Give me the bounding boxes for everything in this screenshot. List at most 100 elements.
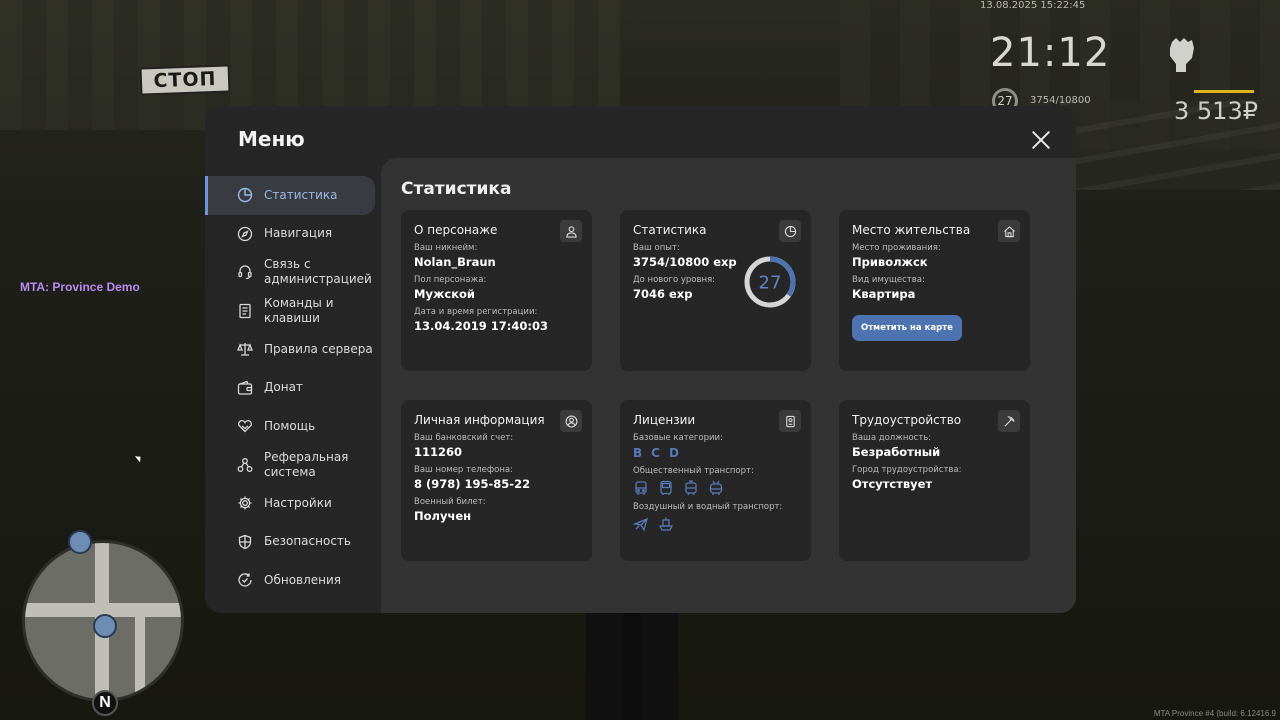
field-label: Вид имущества: <box>852 275 925 285</box>
headset-icon <box>237 264 253 280</box>
menu-title: Меню <box>238 127 305 151</box>
hud-exp: 3754/10800 <box>1030 95 1091 106</box>
sidebar-item-label: Безопасность <box>264 534 351 549</box>
registration-value: 13.04.2019 17:40:03 <box>414 319 548 333</box>
phone-value: 8 (978) 195-85-22 <box>414 477 531 491</box>
field-label: Ваш опыт: <box>633 243 680 253</box>
card-residence: Место жительства Место проживания: Приво… <box>839 210 1030 371</box>
field-label: Воздушный и водный транспорт: <box>633 502 783 512</box>
field-label: Ваша должность: <box>852 433 932 443</box>
property-value: Квартира <box>852 287 916 301</box>
hud-health-bar <box>1194 90 1254 93</box>
bank-account-value: 111260 <box>414 445 463 459</box>
bus-front-icon <box>660 480 672 495</box>
military-id-value: Получен <box>414 509 472 523</box>
stop-sign: СТОП <box>139 64 231 96</box>
field-label: Базовые категории: <box>633 433 723 443</box>
player-character <box>586 610 678 720</box>
wallet-icon <box>237 380 253 396</box>
card-employment: Трудоустройство Ваша должность: Безработ… <box>839 400 1030 561</box>
field-label: Общественный транспорт: <box>633 466 754 476</box>
sidebar-item-rules[interactable]: Правила сервера <box>205 330 381 369</box>
sidebar-item-label: Команды и клавиши <box>264 295 334 325</box>
level-progress-gauge: 27 <box>744 256 796 308</box>
field-label: Ваш никнейм: <box>414 243 478 253</box>
sidebar-item-settings[interactable]: Настройки <box>205 484 381 523</box>
card-character: О персонаже Ваш никнейм: Nolan_Braun Пол… <box>401 210 592 371</box>
gender-value: Мужской <box>414 287 475 301</box>
sidebar-item-label: Донат <box>264 380 303 395</box>
sidebar-item-label: Навигация <box>264 226 333 241</box>
sidebar-item-label: Помощь <box>264 418 316 433</box>
card-title: О персонаже <box>414 223 498 237</box>
minimap-north-indicator: N <box>92 690 118 716</box>
sidebar-item-label: Связь с администрацией <box>264 257 372 287</box>
card-licenses: Лицензии Базовые категории: B C D Общест… <box>620 400 811 561</box>
menu-window: Меню Статистика Навигация Связь с админи… <box>205 106 1076 613</box>
sidebar: Статистика Навигация Связь с администрац… <box>205 176 381 600</box>
sidebar-item-statistics[interactable]: Статистика <box>205 176 375 215</box>
document-icon <box>237 303 253 319</box>
user-circle-icon <box>560 410 582 432</box>
field-label: Ваш номер телефона: <box>414 465 513 475</box>
server-tag: MTA: Province Demo <box>20 280 140 294</box>
home-icon <box>998 220 1020 242</box>
residence-value: Приволжск <box>852 255 928 269</box>
field-label: Пол персонажа: <box>414 275 487 285</box>
boat-icon <box>658 517 674 531</box>
job-position-value: Безработный <box>852 445 941 459</box>
sidebar-item-label: Реферальная система <box>264 449 349 479</box>
fist-icon <box>1170 38 1194 72</box>
card-title: Трудоустройство <box>852 413 962 427</box>
license-categories: B C D <box>633 446 798 460</box>
scales-icon <box>237 341 253 357</box>
sidebar-item-donate[interactable]: Донат <box>205 369 381 408</box>
airplane-icon <box>633 517 648 532</box>
card-title: Место жительства <box>852 223 971 237</box>
content-panel: Статистика О персонаже Ваш никнейм: Nola… <box>381 158 1076 613</box>
license-card-icon <box>779 410 801 432</box>
refresh-check-icon <box>237 572 253 588</box>
hud-clock: 21:12 <box>990 30 1111 76</box>
sidebar-item-commands[interactable]: Команды и клавиши <box>205 292 381 331</box>
field-label: Город трудоустройства: <box>852 465 962 475</box>
sidebar-item-label: Настройки <box>264 495 332 510</box>
pie-chart-icon <box>779 220 801 242</box>
card-statistics: Статистика Ваш опыт: 3754/10800 exp До н… <box>620 210 811 371</box>
license-category: C <box>651 446 660 460</box>
sidebar-item-help[interactable]: Помощь <box>205 407 381 446</box>
gear-icon <box>237 495 253 511</box>
sidebar-item-label: Обновления <box>264 572 342 587</box>
handshake-heart-icon <box>237 418 253 434</box>
field-label: Место проживания: <box>852 243 941 253</box>
tram-icon <box>685 480 697 496</box>
referral-icon <box>237 457 253 473</box>
bus-icon <box>635 481 647 495</box>
card-title: Лицензии <box>633 413 696 427</box>
sidebar-item-label: Правила сервера <box>264 341 373 356</box>
shield-icon <box>237 534 253 550</box>
close-button[interactable] <box>1031 130 1051 150</box>
job-city-value: Отсутствует <box>852 477 933 491</box>
mark-on-map-button[interactable]: Отметить на карте <box>852 315 962 341</box>
sidebar-item-navigation[interactable]: Навигация <box>205 215 381 254</box>
hud-money: 3 513₽ <box>1174 97 1258 125</box>
hud-datetime: 13.08.2025 15:22:45 <box>980 0 1086 11</box>
card-title: Статистика <box>633 223 707 237</box>
sidebar-item-security[interactable]: Безопасность <box>205 523 381 562</box>
minimap-blip-icon <box>68 530 92 554</box>
user-icon <box>560 220 582 242</box>
build-version: MTA Province #4 (build: 6.12416.9 <box>1153 709 1276 718</box>
gauge-level-text: 27 <box>759 273 782 294</box>
minimap-home-icon <box>93 614 117 638</box>
sidebar-item-contact-admin[interactable]: Связь с администрацией <box>205 253 381 292</box>
field-label: Ваш банковский счет: <box>414 433 514 443</box>
sidebar-item-referral[interactable]: Реферальная система <box>205 446 381 485</box>
license-category: D <box>668 446 679 460</box>
pickaxe-icon <box>998 410 1020 432</box>
sidebar-item-updates[interactable]: Обновления <box>205 561 381 600</box>
public-transport-icons <box>633 480 798 496</box>
card-title: Личная информация <box>414 413 545 427</box>
nickname-value: Nolan_Braun <box>414 255 496 269</box>
content-title: Статистика <box>401 179 512 199</box>
